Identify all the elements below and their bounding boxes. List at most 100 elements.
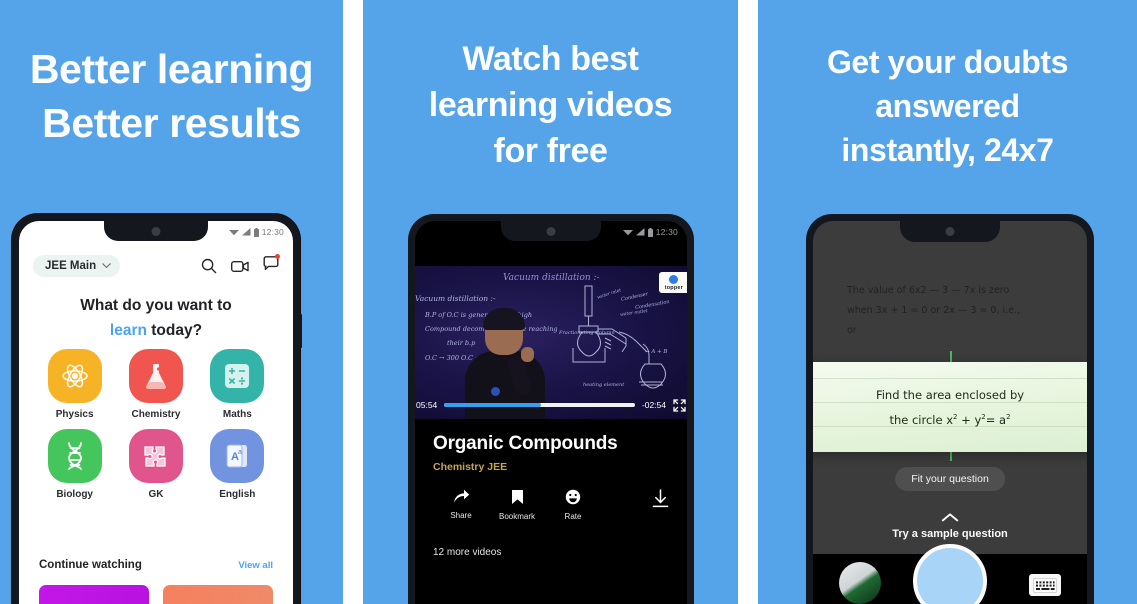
panel3-headline-line1: Get your doubts — [826, 44, 1069, 80]
panel3-headline-line2: answered — [875, 88, 1020, 124]
bookmark-label: Bookmark — [498, 512, 535, 521]
chevron-down-icon — [102, 263, 111, 269]
try-sample-question-label[interactable]: Try a sample question — [813, 528, 1087, 540]
download-button[interactable] — [652, 489, 669, 513]
wifi-icon — [622, 230, 633, 236]
panel1-headline-line1: Better learning — [29, 46, 314, 92]
rate-button[interactable]: Rate — [545, 489, 601, 521]
store-screenshot-gallery: Better learning Better results 12:30 JEE… — [0, 0, 1137, 604]
subject-tile-english[interactable]: Aa English — [204, 429, 271, 500]
flask-icon — [146, 364, 166, 389]
video-title: Organic Compounds — [433, 433, 618, 454]
search-icon[interactable] — [201, 258, 217, 274]
chat-icon-wrap[interactable] — [263, 254, 280, 276]
download-icon — [652, 489, 669, 508]
subject-tile-chemistry[interactable]: Chemistry — [122, 349, 189, 420]
fit-your-question-button[interactable]: Fit your question — [895, 467, 1005, 491]
scanned-line: or — [847, 325, 857, 336]
continue-watching-card[interactable] — [163, 585, 273, 604]
power-button[interactable] — [300, 314, 302, 348]
panel-better-learning: Better learning Better results 12:30 JEE… — [0, 0, 343, 604]
share-button[interactable]: Share — [433, 489, 489, 520]
notebook-rule — [813, 378, 1087, 379]
book-icon: Aa — [226, 444, 248, 468]
panel2-headline: Watch best learning videos for free — [363, 36, 738, 174]
video-progress-fill — [444, 403, 542, 407]
wifi-icon — [228, 230, 239, 236]
q-eq: = a — [985, 412, 1007, 427]
topper-wordmark: topper — [664, 285, 683, 291]
phone-screen-doubt-scanner: The value of 6x2 — 3 — 7x is zero when 3… — [813, 221, 1087, 604]
front-camera-icon — [945, 227, 955, 236]
subject-label: Physics — [55, 409, 94, 420]
keyboard-icon — [1033, 577, 1057, 593]
subject-icon-bg — [47, 349, 102, 403]
more-videos-label[interactable]: 12 more videos — [433, 547, 501, 558]
shutter-button[interactable] — [913, 544, 987, 604]
battery-icon — [253, 227, 259, 237]
subject-tile-physics[interactable]: Physics — [41, 349, 108, 420]
page-title-suffix: today? — [146, 322, 203, 339]
phone-notch — [104, 221, 208, 241]
battery-icon — [647, 227, 653, 237]
question-text: Find the area enclosed by the circle x2 … — [813, 384, 1087, 431]
teacher-hand — [521, 347, 534, 362]
svg-text:a: a — [238, 449, 242, 456]
subject-icon-bg — [128, 429, 183, 483]
exam-selector-chip[interactable]: JEE Main — [33, 255, 121, 277]
keyboard-button[interactable] — [1029, 574, 1061, 596]
front-camera-icon — [151, 227, 161, 236]
continue-watching-title: Continue watching — [39, 559, 142, 571]
share-icon — [453, 489, 469, 503]
panel3-headline-line3: instantly, 24x7 — [841, 132, 1054, 168]
puzzle-icon — [144, 446, 166, 467]
board-note: Vacuum distillation :- — [415, 294, 496, 303]
video-remaining-time: -02:54 — [641, 400, 666, 410]
scanned-line: when 3x + 1 = 0 or 2x — 3 = 0, i.e., — [847, 305, 1021, 316]
rate-label: Rate — [564, 512, 582, 521]
camera-control-bar — [813, 544, 1087, 604]
distillation-apparatus-drawing — [572, 285, 666, 389]
app-bar: JEE Main — [19, 249, 293, 283]
bookmark-button[interactable]: Bookmark — [489, 489, 545, 521]
phone-screen-home: 12:30 JEE Main What do you want to learn… — [19, 221, 293, 604]
chevron-up-icon[interactable] — [941, 513, 959, 522]
continue-watching-header: Continue watching View all — [39, 559, 273, 571]
video-icon[interactable] — [231, 260, 249, 273]
page-title-line1: What do you want to — [80, 297, 232, 314]
gallery-thumbnail[interactable] — [839, 562, 881, 604]
subject-icon-bg: Aa — [210, 429, 265, 483]
phone-screen-video: 12:30 Vacuum distillation :- Vacuum dist… — [415, 221, 687, 604]
panel1-headline-line2: Better results — [42, 100, 301, 146]
continue-watching-card[interactable] — [39, 585, 149, 604]
question-capture-card[interactable]: Find the area enclosed by the circle x2 … — [813, 362, 1087, 452]
subject-tile-maths[interactable]: Maths — [204, 349, 271, 420]
panel2-headline-line3: for free — [493, 132, 608, 170]
subject-icon-bg — [210, 349, 265, 403]
calculator-icon — [225, 364, 250, 388]
video-action-row: Share Bookmark Rate — [433, 489, 669, 521]
video-elapsed-time: 05:54 — [416, 400, 438, 410]
subject-icon-bg — [47, 429, 102, 483]
signal-icon — [635, 228, 645, 236]
fullscreen-icon[interactable] — [673, 398, 686, 412]
app-bar-actions — [201, 254, 280, 276]
topper-logo-icon — [669, 275, 679, 284]
view-all-link[interactable]: View all — [238, 560, 273, 571]
teacher-hair — [483, 308, 525, 330]
subject-icon-bg — [128, 349, 183, 403]
video-progress-bar[interactable] — [444, 403, 635, 407]
chat-notification-badge — [275, 254, 280, 259]
subject-label: English — [219, 489, 256, 500]
signal-icon — [241, 228, 251, 236]
shirt-logo — [491, 387, 500, 396]
panel1-headline: Better learning Better results — [0, 42, 343, 150]
subject-label: Biology — [56, 489, 93, 500]
subject-tile-gk[interactable]: GK — [122, 429, 189, 500]
question-line1: Find the area enclosed by — [875, 388, 1025, 402]
video-player[interactable]: Vacuum distillation :- Vacuum distillati… — [415, 266, 687, 419]
panel-divider — [738, 0, 758, 604]
bookmark-icon — [511, 490, 523, 504]
subject-tile-biology[interactable]: Biology — [41, 429, 108, 500]
continue-watching-cards — [39, 585, 273, 604]
